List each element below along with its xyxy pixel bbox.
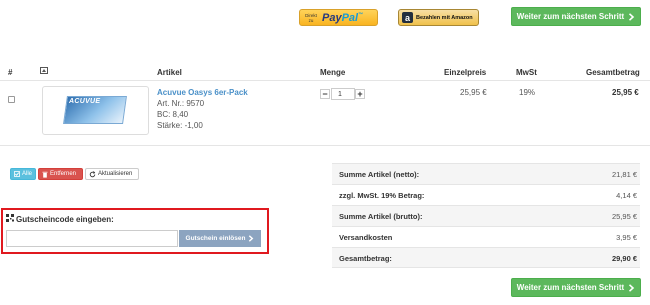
product-bc: BC: 8,40 (157, 110, 189, 119)
summary-label: Summe Artikel (brutto): (339, 212, 423, 221)
summary-value: 3,95 € (616, 233, 637, 242)
product-brand-text: ACUVUE (69, 98, 101, 105)
summary-row-gross: Summe Artikel (brutto): 25,95 € (332, 205, 640, 226)
summary-row-net: Summe Artikel (netto): 21,81 € (332, 163, 640, 184)
summary-value: 25,95 € (611, 212, 637, 221)
unit-price: 25,95 € (460, 88, 487, 97)
chevron-right-icon (629, 12, 635, 21)
paypal-logo: PayPal™ (322, 11, 364, 24)
refresh-icon (89, 170, 96, 177)
select-all-label: Alle (21, 171, 32, 177)
next-step-button-bottom[interactable]: Weiter zum nächsten Schritt (511, 278, 641, 297)
summary-label: zzgl. MwSt. 19% Betrag: (339, 191, 425, 200)
summary-row-total: Gesamtbetrag: 29,90 € (332, 247, 640, 268)
quantity-increase-button[interactable]: + (355, 89, 365, 99)
product-art-nr: Art. Nr.: 9570 (157, 99, 205, 108)
paypal-small-label: Direkt zu (305, 12, 317, 23)
coupon-code-input[interactable] (6, 230, 178, 247)
update-label: Aktualisieren (98, 171, 133, 177)
chevron-right-icon (629, 283, 635, 292)
col-header-total: Gesamtbetrag (586, 68, 640, 77)
row-total: 25,95 € (612, 88, 639, 97)
summary-row-vat: zzgl. MwSt. 19% Betrag: 4,14 € (332, 184, 640, 205)
quantity-decrease-button[interactable]: − (320, 89, 330, 99)
col-header-article: Artikel (157, 68, 182, 77)
select-all-button[interactable]: Alle (10, 168, 36, 180)
update-button[interactable]: Aktualisieren (85, 168, 139, 180)
row-select-checkbox[interactable] (8, 96, 15, 103)
summary-value: 21,81 € (611, 170, 637, 179)
col-header-unit-price: Einzelpreis (444, 68, 487, 77)
remove-label: Entfernen (50, 171, 77, 177)
next-step-label: Weiter zum nächsten Schritt (516, 12, 625, 21)
amazon-logo-icon: a (402, 12, 413, 23)
quantity-input[interactable]: 1 (331, 88, 355, 100)
amazon-pay-button[interactable]: a Bezahlen mit Amazon (398, 9, 479, 26)
trash-icon (42, 171, 48, 178)
summary-label: Summe Artikel (netto): (339, 170, 420, 179)
redeem-coupon-label: Gutschein einlösen (185, 235, 246, 242)
col-header-quantity: Menge (320, 68, 346, 77)
summary-label: Gesamtbetrag: (339, 254, 392, 263)
image-icon (40, 67, 48, 74)
summary-label: Versandkosten (339, 233, 393, 242)
next-step-label: Weiter zum nächsten Schritt (516, 283, 625, 292)
row-divider (0, 145, 650, 146)
col-header-vat: MwSt (516, 68, 537, 77)
redeem-coupon-button[interactable]: Gutschein einlösen (179, 230, 261, 247)
product-strength: Stärke: -1,00 (157, 121, 203, 130)
product-name-link[interactable]: Acuvue Oasys 6er-Pack (157, 88, 248, 97)
check-square-icon (14, 171, 20, 177)
remove-button[interactable]: Entfernen (38, 168, 83, 180)
col-header-index: # (8, 68, 13, 77)
chevron-right-icon (249, 235, 254, 242)
coupon-title: Gutscheincode eingeben: (16, 215, 114, 224)
amazon-pay-label: Bezahlen mit Amazon (416, 14, 473, 21)
product-image: ACUVUE (42, 86, 149, 135)
header-divider (0, 80, 650, 81)
vat-rate: 19% (519, 88, 536, 97)
qrcode-icon (6, 214, 14, 222)
summary-value-total: 29,90 € (611, 254, 637, 263)
summary-row-shipping: Versandkosten 3,95 € (332, 226, 640, 247)
next-step-button-top[interactable]: Weiter zum nächsten Schritt (511, 7, 641, 26)
summary-value: 4,14 € (616, 191, 637, 200)
paypal-express-button[interactable]: Direkt zu PayPal™ (299, 9, 378, 26)
